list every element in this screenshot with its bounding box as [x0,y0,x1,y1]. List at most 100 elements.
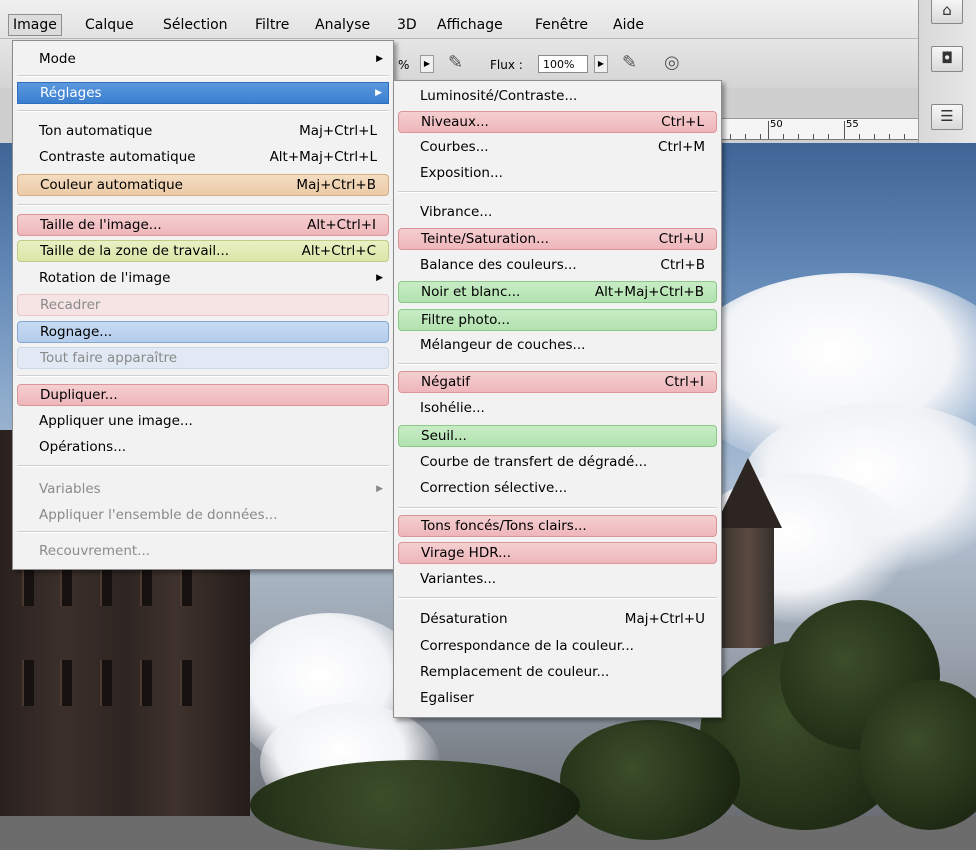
menu-item-egaliser[interactable]: Egaliser [398,688,717,710]
menu-separator [398,597,717,599]
menu-item-label: Négatif [421,374,471,390]
menu-selection[interactable]: Sélection [158,14,233,36]
menu-filtre[interactable]: Filtre [250,14,294,36]
menu-item-couleur-automatique[interactable]: Couleur automatique Maj+Ctrl+B [17,174,389,196]
menu-item-operations[interactable]: Opérations... [17,437,389,459]
menu-separator [17,531,389,533]
menu-item-dupliquer[interactable]: Dupliquer... [17,384,389,406]
menu-item-variantes[interactable]: Variantes... [398,569,717,591]
menu-item-shortcut: Ctrl+U [658,231,704,247]
menu-item-shortcut: Ctrl+L [661,114,704,130]
pen-path-icon[interactable]: ⌂ [931,0,963,24]
ruler-label: 50 [770,119,783,130]
ruler-label: 55 [846,119,859,130]
menu-separator [17,110,389,112]
menu-item-taille-image[interactable]: Taille de l'image... Alt+Ctrl+I [17,214,389,236]
menu-item-label: Egaliser [420,690,474,706]
menu-separator [398,507,717,509]
menu-item-shortcut: Alt+Maj+Ctrl+B [594,284,704,300]
airbrush-icon[interactable]: ✎ [448,52,463,73]
menu-item-label: Balance des couleurs... [420,257,577,273]
menu-item-label: Exposition... [420,165,503,181]
menu-item-virage-hdr[interactable]: Virage HDR... [398,542,717,564]
menu-item-niveaux[interactable]: Niveaux... Ctrl+L [398,111,717,133]
flux-label: Flux : [490,58,523,72]
menu-fenetre[interactable]: Fenêtre [530,14,593,36]
menu-item-reglages[interactable]: Réglages ▶ [17,82,389,104]
menu-item-courbes[interactable]: Courbes... Ctrl+M [398,137,717,159]
menu-item-shortcut: Ctrl+B [660,257,705,273]
menu-item-seuil[interactable]: Seuil... [398,425,717,447]
menu-item-label: Contraste automatique [39,149,196,165]
menu-item-appliquer-image[interactable]: Appliquer une image... [17,411,389,433]
menu-item-desaturation[interactable]: Désaturation Maj+Ctrl+U [398,609,717,631]
menu-image[interactable]: Image [8,14,62,36]
menu-item-label: Luminosité/Contraste... [420,88,578,104]
menu-item-label: Vibrance... [420,204,493,220]
menu-separator [398,363,717,365]
menu-affichage[interactable]: Affichage [432,14,508,36]
menu-3d[interactable]: 3D [392,14,422,36]
submenu-arrow-icon: ▶ [376,54,383,64]
menu-item-exposition[interactable]: Exposition... [398,163,717,185]
menu-item-label: Taille de l'image... [40,217,162,233]
menu-separator [398,191,717,193]
menu-calque[interactable]: Calque [80,14,139,36]
menu-bar: Image Calque Sélection Filtre Analyse 3D… [0,0,918,39]
menu-item-taille-zone-travail[interactable]: Taille de la zone de travail... Alt+Ctrl… [17,240,389,262]
menu-item-correspondance-couleur[interactable]: Correspondance de la couleur... [398,636,717,658]
menu-item-mode[interactable]: Mode ▶ [17,49,389,71]
menu-item-appliquer-ensemble: Appliquer l'ensemble de données... [17,505,389,527]
menu-item-label: Remplacement de couleur... [420,664,610,680]
menu-item-negatif[interactable]: Négatif Ctrl+I [398,371,717,393]
menu-item-rotation-image[interactable]: Rotation de l'image ▶ [17,268,389,290]
menu-item-label: Seuil... [421,428,467,444]
menu-item-label: Isohélie... [420,400,485,416]
menu-item-filtre-photo[interactable]: Filtre photo... [398,309,717,331]
menu-item-label: Courbe de transfert de dégradé... [420,454,648,470]
reglages-submenu: Luminosité/Contraste... Niveaux... Ctrl+… [393,80,722,718]
screen-mode-icon[interactable]: ☰ [931,104,963,130]
menu-item-luminosite-contraste[interactable]: Luminosité/Contraste... [398,86,717,108]
menu-item-courbe-transfert-degrade[interactable]: Courbe de transfert de dégradé... [398,452,717,474]
menu-item-melangeur-couches[interactable]: Mélangeur de couches... [398,335,717,357]
menu-item-balance-couleurs[interactable]: Balance des couleurs... Ctrl+B [398,255,717,277]
tablet-pressure-icon[interactable]: ◎ [664,52,680,73]
menu-item-shortcut: Ctrl+M [658,139,705,155]
menu-item-rognage[interactable]: Rognage... [17,321,389,343]
menu-item-ton-automatique[interactable]: Ton automatique Maj+Ctrl+L [17,121,389,143]
menu-item-tons-fonces-clairs[interactable]: Tons foncés/Tons clairs... [398,515,717,537]
submenu-arrow-icon: ▶ [376,273,383,283]
menu-separator [17,75,389,77]
menu-item-contraste-automatique[interactable]: Contraste automatique Alt+Maj+Ctrl+L [17,147,389,169]
menu-item-label: Rotation de l'image [39,270,171,286]
menu-analyse[interactable]: Analyse [310,14,375,36]
menu-item-remplacement-couleur[interactable]: Remplacement de couleur... [398,662,717,684]
menu-item-variables: Variables ▶ [17,479,389,501]
menu-item-label: Filtre photo... [421,312,511,328]
opacity-dropdown-arrow[interactable]: ▶ [420,55,434,73]
menu-item-label: Appliquer une image... [39,413,193,429]
brush-icon[interactable]: ✎ [622,52,637,73]
menu-item-label: Appliquer l'ensemble de données... [39,507,278,523]
menu-item-teinte-saturation[interactable]: Teinte/Saturation... Ctrl+U [398,228,717,250]
menu-item-label: Dupliquer... [40,387,118,403]
menu-item-label: Teinte/Saturation... [421,231,549,247]
menu-item-isohelie[interactable]: Isohélie... [398,398,717,420]
flux-input[interactable]: 100% [538,55,588,73]
menu-item-shortcut: Alt+Ctrl+I [307,217,376,233]
menu-item-label: Tout faire apparaître [40,350,178,366]
flux-dropdown-arrow[interactable]: ▶ [594,55,608,73]
church-tower-roof [714,458,782,528]
menu-item-noir-et-blanc[interactable]: Noir et blanc... Alt+Maj+Ctrl+B [398,281,717,303]
menu-aide[interactable]: Aide [608,14,649,36]
quick-mask-icon[interactable]: ◘ [931,46,963,72]
menu-item-vibrance[interactable]: Vibrance... [398,202,717,224]
menu-item-correction-selective[interactable]: Correction sélective... [398,478,717,500]
menu-item-shortcut: Maj+Ctrl+U [624,611,705,627]
menu-item-label: Taille de la zone de travail... [40,243,230,259]
menu-item-label: Variantes... [420,571,497,587]
tree [560,720,740,840]
menu-item-tout-faire-apparaitre: Tout faire apparaître [17,347,389,369]
tree [250,760,580,850]
